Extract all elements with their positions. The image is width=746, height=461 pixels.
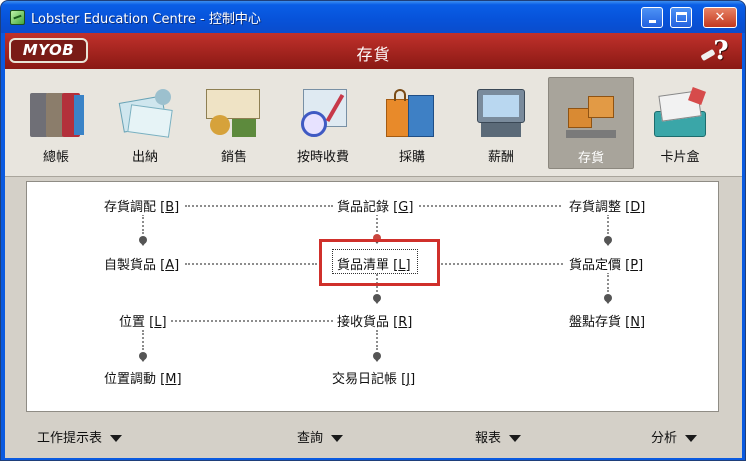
maximize-button[interactable] [670, 7, 692, 28]
app-icon [10, 10, 25, 25]
inventory-command-flow: 存貨調配 [B] 貨品記錄 [G] 存貨調整 [D] 自製貨品 [A] 貨品清單… [26, 181, 719, 412]
connector-line [607, 214, 609, 234]
connector-line [419, 205, 561, 207]
module-time-billing[interactable]: 按時收費 [280, 77, 366, 169]
cash-register-icon [471, 85, 531, 141]
dropdown-arrow-icon [509, 435, 522, 442]
connector-line [437, 263, 563, 265]
dropdown-arrow-icon [110, 435, 123, 442]
connector-line [376, 214, 378, 232]
time-billing-icon [293, 85, 353, 141]
items-register-command[interactable]: 貨品記錄 [G] [335, 196, 416, 215]
connector-line [142, 214, 144, 234]
module-general-ledger[interactable]: 總帳 [13, 77, 99, 169]
module-label: 薪酬 [487, 150, 514, 165]
module-purchases[interactable]: 採購 [369, 77, 455, 169]
todo-list-menu[interactable]: 工作提示表 [37, 427, 123, 446]
minimize-button[interactable] [641, 7, 663, 28]
connector-line [185, 263, 317, 265]
card-file-icon [650, 85, 710, 141]
flow-arrow-icon [139, 236, 147, 246]
bottom-action-bar: 工作提示表 查詢 報表 分析 [5, 418, 742, 454]
command-centre-banner: MYOB 存貨 ? [5, 33, 742, 69]
analysis-menu[interactable]: 分析 [651, 427, 698, 446]
connector-line [142, 330, 144, 350]
module-label: 出納 [131, 150, 158, 165]
module-toolbar: 總帳 出納 銷售 按時收費 採購 薪酬 存貨 卡片盒 [5, 69, 742, 177]
flow-arrow-icon [373, 294, 381, 304]
module-label: 採購 [398, 150, 425, 165]
move-items-command[interactable]: 位置調動 [M] [102, 368, 184, 387]
close-icon: ✕ [714, 10, 726, 25]
flow-arrow-icon [604, 294, 612, 304]
set-item-prices-command[interactable]: 貨品定價 [P] [567, 254, 646, 273]
flow-arrow-icon [373, 352, 381, 362]
dropdown-arrow-icon [331, 435, 344, 442]
connector-line [185, 205, 333, 207]
shopping-bags-icon [382, 85, 442, 141]
transaction-journal-command[interactable]: 交易日記帳 [J] [330, 368, 418, 387]
minimize-icon [649, 20, 656, 23]
flow-arrow-icon [139, 352, 147, 362]
count-inventory-command[interactable]: 存貨調配 [B] [102, 196, 182, 215]
adjust-inventory-command[interactable]: 存貨調整 [D] [567, 196, 648, 215]
maximize-icon [676, 12, 687, 22]
binders-icon [26, 85, 86, 141]
module-label: 總帳 [42, 150, 69, 165]
connector-line [607, 272, 609, 292]
title-bar[interactable]: Lobster Education Centre - 控制中心 ✕ [1, 1, 745, 33]
connector-line [171, 320, 333, 322]
build-items-command[interactable]: 自製貨品 [A] [102, 254, 182, 273]
help-icon[interactable]: ? [705, 35, 737, 67]
app-window: Lobster Education Centre - 控制中心 ✕ MYOB 存… [0, 0, 746, 461]
module-payroll[interactable]: 薪酬 [458, 77, 544, 169]
inventory-boxes-icon [562, 86, 622, 142]
bank-cards-icon [115, 85, 175, 141]
module-label: 存貨 [577, 151, 604, 166]
module-inventory[interactable]: 存貨 [548, 77, 634, 169]
window-title: Lobster Education Centre - 控制中心 [31, 12, 261, 27]
banner-title: 存貨 [356, 45, 391, 64]
module-label: 銷售 [220, 150, 247, 165]
module-card-file[interactable]: 卡片盒 [637, 77, 723, 169]
close-button[interactable]: ✕ [703, 7, 737, 28]
module-banking[interactable]: 出納 [102, 77, 188, 169]
module-label: 卡片盒 [660, 150, 700, 165]
highlight-annotation [319, 239, 440, 286]
reports-menu[interactable]: 報表 [475, 427, 522, 446]
dropdown-arrow-icon [685, 435, 698, 442]
locations-command[interactable]: 位置 [L] [117, 311, 169, 330]
find-transactions-menu[interactable]: 查詢 [297, 427, 344, 446]
control-centre: MYOB 存貨 ? 總帳 出納 銷售 按時收費 採購 薪酬 存貨 卡片盒 存貨調… [5, 33, 742, 458]
module-label: 按時收費 [296, 150, 349, 165]
module-sales[interactable]: 銷售 [191, 77, 277, 169]
count-stock-command[interactable]: 盤點存貨 [N] [567, 311, 648, 330]
flow-arrow-icon [604, 236, 612, 246]
connector-line [376, 330, 378, 350]
invoice-money-icon [204, 85, 264, 141]
receive-items-command[interactable]: 接收貨品 [R] [335, 311, 415, 330]
